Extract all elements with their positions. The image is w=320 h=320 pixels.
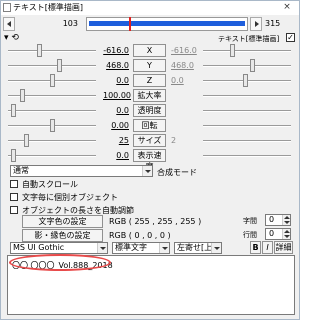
auto-scroll-checkbox[interactable]: 自動スクロール xyxy=(10,179,210,190)
text-color-rgb: RGB ( 255 , 255 , 255 ) xyxy=(109,217,202,226)
checkbox-box[interactable] xyxy=(10,193,18,201)
checkbox-box[interactable] xyxy=(10,180,18,188)
param-button-rotation[interactable]: 回転 xyxy=(133,119,166,132)
checkbox-box[interactable] xyxy=(10,206,18,214)
slider-track-right[interactable] xyxy=(203,50,291,52)
font-family-select[interactable]: MS UI Gothic xyxy=(10,242,108,254)
param-start-value[interactable]: 25 xyxy=(103,136,129,145)
text-style-value: 標準文字 xyxy=(115,243,147,252)
chevron-down-icon xyxy=(211,243,221,253)
frame-start-value: 103 xyxy=(62,19,78,28)
text-style-select[interactable]: 標準文字 xyxy=(112,242,170,254)
font-family-value: MS UI Gothic xyxy=(13,243,65,252)
current-frame-marker[interactable] xyxy=(129,17,131,31)
slider-thumb-right[interactable] xyxy=(250,59,255,72)
param-row-opacity: 0.0 透明度 xyxy=(0,104,300,118)
slider-track-right[interactable] xyxy=(203,65,291,67)
chevron-down-icon xyxy=(142,166,152,176)
shadow-color-rgb: RGB ( 0 , 0 , 0 ) xyxy=(109,231,171,240)
slider-track-right[interactable] xyxy=(203,140,291,142)
param-button-size[interactable]: サイズ xyxy=(133,134,166,147)
param-button-z[interactable]: Z xyxy=(133,74,166,87)
spin-arrows-icon[interactable] xyxy=(282,229,290,239)
highlight-annotation xyxy=(9,254,111,271)
param-start-value[interactable]: 0.0 xyxy=(103,106,129,115)
frame-end-value: 315 xyxy=(265,19,281,28)
param-button-x[interactable]: X xyxy=(133,44,166,57)
param-row-scale: 100.00 拡大率 xyxy=(0,89,300,103)
param-button-scale[interactable]: 拡大率 xyxy=(133,89,166,102)
slider-track-right[interactable] xyxy=(203,95,291,97)
param-end-value[interactable]: 2 xyxy=(171,136,197,145)
param-end-value[interactable]: 0.0 xyxy=(171,76,197,85)
line-spacing-input[interactable]: 0 xyxy=(265,228,291,240)
slider-track-right[interactable] xyxy=(203,125,291,127)
slider-thumb-left[interactable] xyxy=(50,74,55,87)
chevron-down-icon xyxy=(97,243,107,253)
spin-arrows-icon[interactable] xyxy=(282,215,290,225)
slider-track-left[interactable] xyxy=(8,65,96,67)
param-row-x: -616.0 X -616.0 xyxy=(0,44,300,58)
param-row-rotation: 0.00 回転 xyxy=(0,119,300,133)
line-spacing-value: 0 xyxy=(269,229,275,238)
text-color-button[interactable]: 文字色の設定 xyxy=(22,215,103,228)
slider-thumb-left[interactable] xyxy=(57,59,62,72)
param-row-size: 25 サイズ 2 xyxy=(0,134,300,148)
param-start-value[interactable]: 100.00 xyxy=(103,91,131,100)
param-start-value[interactable]: 0.00 xyxy=(103,121,129,130)
slider-thumb-left[interactable] xyxy=(37,44,42,57)
next-frame-button[interactable] xyxy=(250,17,262,31)
menu-icons[interactable]: ▾ ⟲ xyxy=(4,33,19,43)
param-button-opacity[interactable]: 透明度 xyxy=(133,104,166,117)
char-spacing-value: 0 xyxy=(269,215,275,224)
slider-track-right[interactable] xyxy=(203,110,291,112)
window-title: テキスト[標準描画] xyxy=(13,3,84,12)
render-mode-checkbox[interactable]: ✓ xyxy=(286,33,295,42)
slider-thumb-left[interactable] xyxy=(50,119,55,132)
blend-mode-value: 通常 xyxy=(13,166,29,175)
checkbox-label: 文字毎に個別オブジェクト xyxy=(22,193,118,202)
shadow-color-button[interactable]: 影・縁色の設定 xyxy=(22,229,103,242)
param-row-y: 468.0 Y 468.0 xyxy=(0,59,300,73)
param-start-value[interactable]: -616.0 xyxy=(103,46,129,55)
param-row-display-speed: 0.0 表示速度 xyxy=(0,149,300,171)
render-mode-label: テキスト[標準描画] xyxy=(218,35,280,43)
blend-mode-select[interactable]: 通常 xyxy=(10,165,153,177)
param-button-display-speed[interactable]: 表示速度 xyxy=(133,149,166,171)
slider-thumb-left[interactable] xyxy=(24,134,29,147)
line-spacing-label: 行間 xyxy=(243,231,257,239)
chevron-down-icon xyxy=(159,243,169,253)
slider-track-left[interactable] xyxy=(8,110,96,112)
slider-thumb-right[interactable] xyxy=(230,44,235,57)
slider-track-left[interactable] xyxy=(8,155,96,157)
param-start-value[interactable]: 0.0 xyxy=(103,76,129,85)
slider-thumb-left[interactable] xyxy=(20,89,25,102)
param-row-z: 0.0 Z 0.0 xyxy=(0,74,300,88)
slider-thumb-right[interactable] xyxy=(243,74,248,87)
close-button[interactable]: × xyxy=(279,2,295,13)
param-end-value[interactable]: 468.0 xyxy=(171,61,197,70)
bold-button[interactable]: B xyxy=(250,241,261,254)
blend-mode-label: 合成モード xyxy=(157,168,197,177)
detail-button[interactable]: 詳細 xyxy=(274,241,293,254)
slider-track-left[interactable] xyxy=(8,50,96,52)
param-start-value[interactable]: 468.0 xyxy=(103,61,129,70)
slider-thumb-left[interactable] xyxy=(11,104,16,117)
param-button-y[interactable]: Y xyxy=(133,59,166,72)
italic-button[interactable]: I xyxy=(262,241,273,254)
param-start-value[interactable]: 0.0 xyxy=(103,151,129,160)
alignment-select[interactable]: 左寄せ[上] xyxy=(174,242,222,254)
window-icon xyxy=(3,3,11,12)
char-spacing-input[interactable]: 0 xyxy=(265,214,291,226)
alignment-value: 左寄せ[上] xyxy=(177,243,216,252)
slider-track-left[interactable] xyxy=(8,140,96,142)
char-spacing-label: 字間 xyxy=(243,217,257,225)
prev-frame-button[interactable] xyxy=(3,17,15,31)
per-char-object-checkbox[interactable]: 文字毎に個別オブジェクト xyxy=(10,192,210,203)
frame-range-bar xyxy=(89,21,245,26)
slider-track-right[interactable] xyxy=(203,155,291,157)
checkbox-label: 自動スクロール xyxy=(22,180,78,189)
slider-thumb-left[interactable] xyxy=(11,149,16,162)
param-end-value[interactable]: -616.0 xyxy=(171,46,197,55)
